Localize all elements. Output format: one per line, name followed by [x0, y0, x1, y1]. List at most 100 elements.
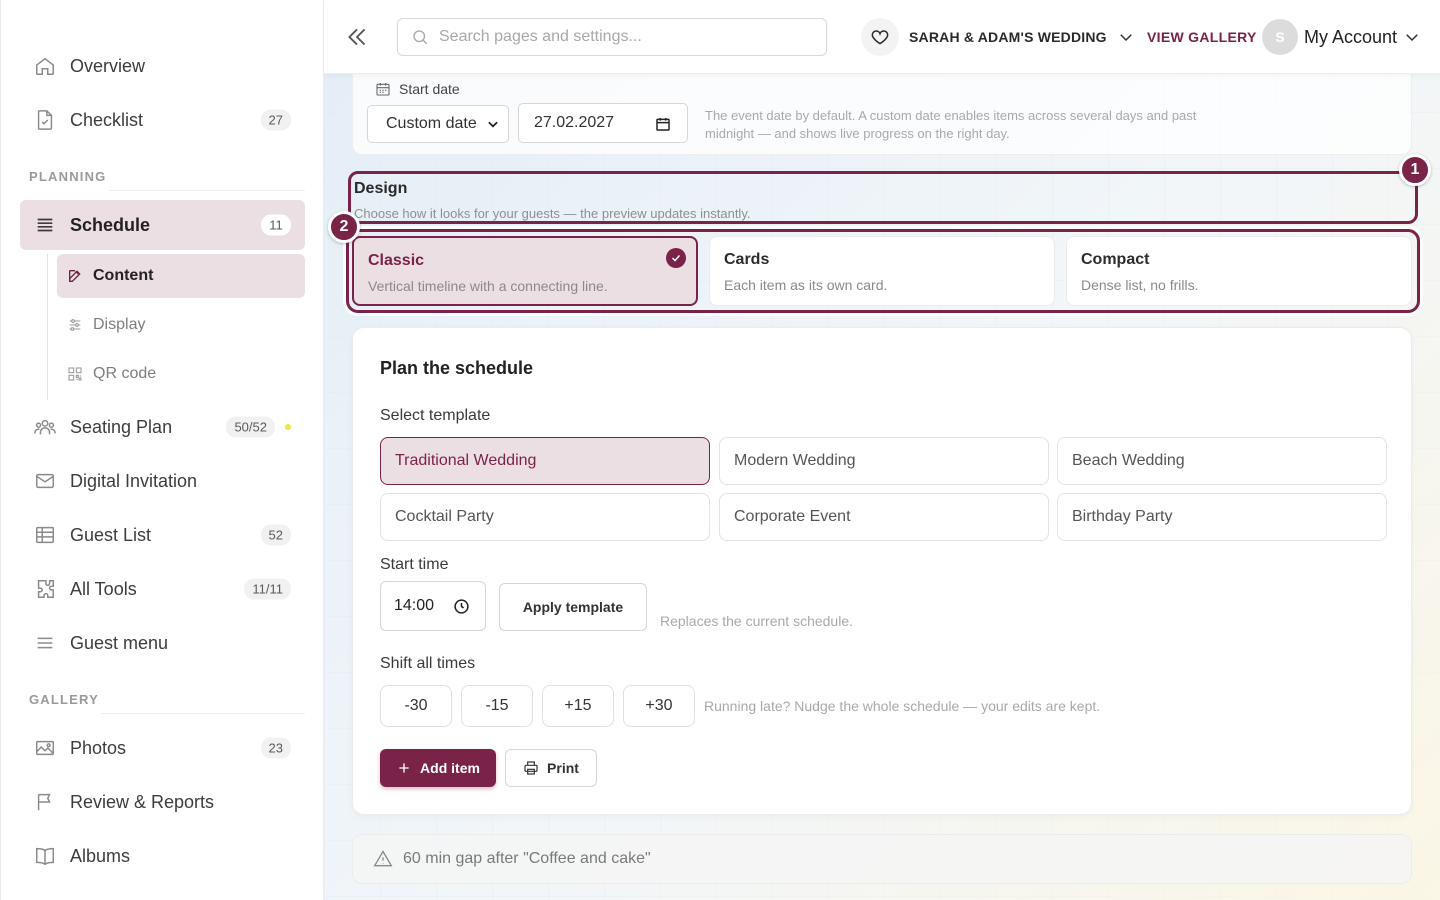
sidebar: Overview Checklist 27 PLANNING Schedule … [0, 0, 324, 900]
shift-plus-30-button[interactable]: +30 [623, 685, 695, 727]
shift-minus-30-button[interactable]: -30 [380, 685, 452, 727]
design-option-cards[interactable]: Cards Each item as its own card. [709, 236, 1055, 306]
count-badge: 11 [261, 214, 291, 236]
sidebar-item-overview[interactable]: Overview [20, 41, 305, 91]
search-input[interactable] [439, 28, 809, 46]
template-option[interactable]: Beach Wedding [1057, 437, 1387, 485]
plan-title: Plan the schedule [380, 358, 534, 378]
shift-times-label: Shift all times [380, 655, 476, 672]
count-badge: 23 [260, 737, 291, 759]
date-type-value: Custom date [386, 115, 477, 132]
puzzle-icon [34, 578, 56, 600]
view-gallery-link[interactable]: VIEW GALLERY [1147, 29, 1257, 45]
design-option-title: Cards [724, 251, 770, 268]
sidebar-item-label: Guest List [70, 524, 152, 545]
template-option[interactable]: Corporate Event [719, 493, 1049, 541]
sidebar-item-review-reports[interactable]: Review & Reports [20, 777, 305, 827]
sidebar-item-schedule[interactable]: Schedule 11 [20, 200, 305, 250]
shift-minus-15-button[interactable]: -15 [461, 685, 533, 727]
sidebar-subitem-display[interactable]: Display [57, 303, 305, 347]
design-option-desc: Vertical timeline with a connecting line… [368, 278, 608, 294]
sidebar-subitem-content[interactable]: Content [57, 254, 305, 298]
main-content: SARAH & ADAM'S WEDDING VIEW GALLERY S My… [324, 0, 1440, 900]
design-subtitle: Choose how it looks for your guests — th… [354, 206, 751, 221]
start-time-value: 14:00 [394, 597, 435, 614]
calendar-picker-icon[interactable] [655, 116, 671, 132]
template-option[interactable]: Modern Wedding [719, 437, 1049, 485]
count-badge: 52 [260, 524, 291, 546]
chevron-down-icon [1403, 28, 1421, 46]
home-icon [34, 55, 56, 77]
design-option-title: Classic [368, 252, 425, 269]
qr-code-icon [67, 366, 83, 382]
sidebar-item-label: Photos [70, 737, 127, 758]
apply-template-button[interactable]: Apply template [499, 583, 647, 631]
start-date-label-text: Start date [399, 81, 460, 97]
date-type-select[interactable]: Custom date [367, 105, 509, 143]
event-selector[interactable]: SARAH & ADAM'S WEDDING [861, 18, 1135, 56]
date-input[interactable]: 27.02.2027 [518, 103, 688, 143]
print-button[interactable]: Print [505, 749, 597, 787]
gap-warning-text: 60 min gap after "Coffee and cake" [403, 850, 651, 867]
menu-icon [34, 632, 56, 654]
account-label: My Account [1304, 26, 1398, 47]
shift-times-help: Running late? Nudge the whole schedule —… [704, 698, 1101, 714]
start-date-label: Start date [367, 81, 460, 97]
apply-template-help: Replaces the current schedule. [660, 613, 853, 629]
sidebar-item-label: Checklist [70, 109, 144, 130]
sidebar-item-label: All Tools [70, 578, 137, 599]
avatar: S [1262, 19, 1298, 55]
design-options: Classic Vertical timeline with a connect… [346, 229, 1420, 313]
design-option-desc: Dense list, no frills. [1081, 277, 1199, 293]
template-label: Select template [380, 407, 491, 424]
design-option-desc: Each item as its own card. [724, 277, 888, 293]
count-badge: 27 [260, 109, 291, 131]
sidebar-item-all-tools[interactable]: All Tools 11/11 [20, 564, 305, 614]
template-option[interactable]: Cocktail Party [380, 493, 710, 541]
design-header: Design Choose how it looks for your gues… [348, 171, 1418, 224]
chevron-down-icon [1117, 28, 1135, 46]
collapse-sidebar-icon[interactable] [344, 24, 370, 50]
date-value: 27.02.2027 [534, 114, 615, 131]
document-icon [34, 109, 56, 131]
search-box [397, 18, 827, 56]
sidebar-item-albums[interactable]: Albums [20, 831, 305, 881]
sidebar-item-guest-list[interactable]: Guest List 52 [20, 510, 305, 560]
sidebar-item-checklist[interactable]: Checklist 27 [20, 95, 305, 145]
count-badge: 11/11 [244, 578, 291, 600]
flag-icon [34, 791, 56, 813]
design-option-compact[interactable]: Compact Dense list, no frills. [1066, 236, 1412, 306]
sidebar-subitem-qr-code[interactable]: QR code [57, 352, 305, 396]
template-option[interactable]: Traditional Wedding [380, 437, 710, 485]
check-icon [666, 248, 686, 268]
divider [109, 190, 305, 191]
sidebar-item-guest-menu[interactable]: Guest menu [20, 618, 305, 668]
sidebar-item-seating-plan[interactable]: Seating Plan 50/52 [20, 402, 305, 452]
calendar-icon [375, 81, 391, 97]
start-date-help: The event date by default. A custom date… [705, 108, 1197, 141]
sidebar-item-label: Overview [70, 55, 146, 76]
envelope-icon [34, 470, 56, 492]
section-label-gallery: GALLERY [29, 692, 100, 707]
sidebar-item-label: Seating Plan [70, 416, 173, 437]
add-item-button[interactable]: Add item [380, 749, 496, 787]
gap-warning: 60 min gap after "Coffee and cake" [352, 834, 1412, 884]
sidebar-item-label: Guest menu [70, 632, 169, 653]
heart-icon [861, 18, 899, 56]
sidebar-item-photos[interactable]: Photos 23 [20, 723, 305, 773]
sidebar-item-label: Digital Invitation [70, 470, 198, 491]
template-option[interactable]: Birthday Party [1057, 493, 1387, 541]
count-badge: 50/52 [226, 416, 275, 438]
shift-plus-15-button[interactable]: +15 [542, 685, 614, 727]
list-icon [34, 214, 56, 236]
start-time-label: Start time [380, 556, 449, 573]
account-menu[interactable]: S My Account [1262, 18, 1421, 56]
annotation-marker-2: 2 [328, 211, 360, 243]
start-time-input[interactable]: 14:00 [380, 581, 486, 631]
sidebar-item-digital-invitation[interactable]: Digital Invitation [20, 456, 305, 506]
table-icon [34, 524, 56, 546]
top-bar: SARAH & ADAM'S WEDDING VIEW GALLERY S My… [324, 0, 1440, 74]
design-option-classic[interactable]: Classic Vertical timeline with a connect… [352, 236, 698, 306]
annotation-marker-1: 1 [1399, 154, 1431, 186]
image-icon [34, 737, 56, 759]
